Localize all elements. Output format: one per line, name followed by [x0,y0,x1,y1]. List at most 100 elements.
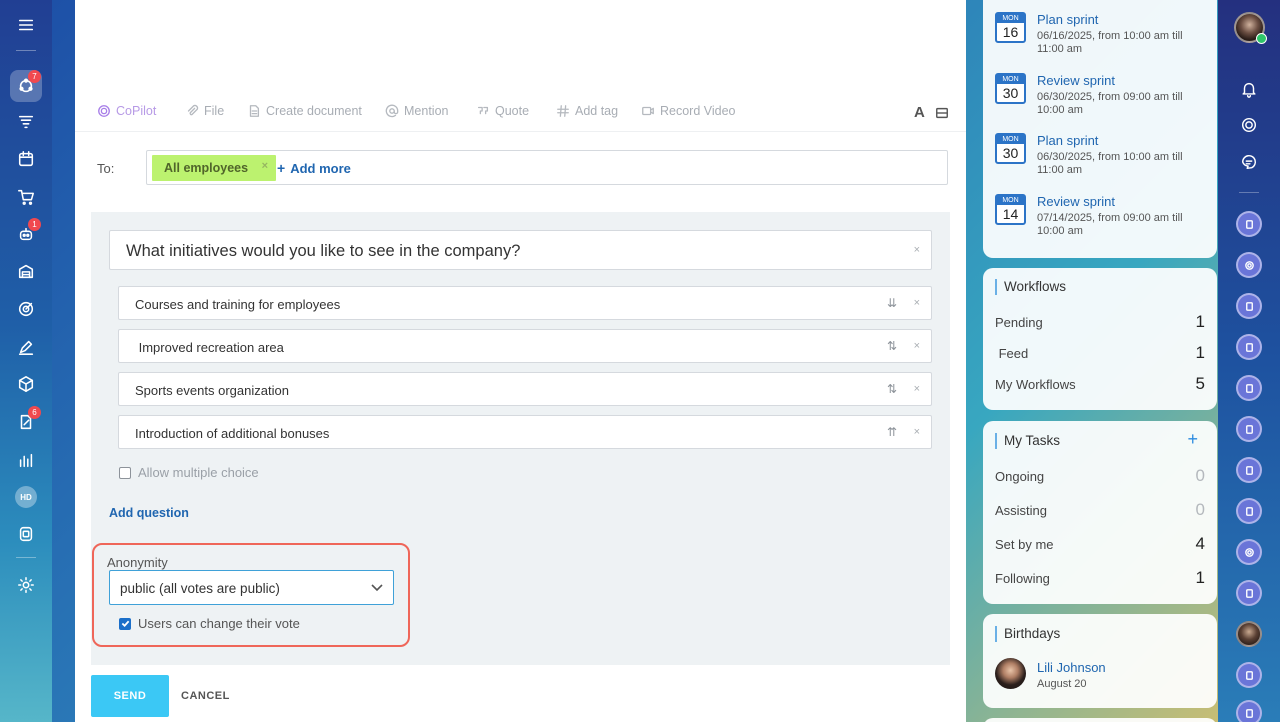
font-format-button[interactable]: A [914,104,925,121]
remove-answer-icon[interactable]: × [914,340,920,352]
answer-input[interactable]: Improved recreation area ⇅ × [118,329,932,363]
sidebar-item-archive[interactable] [10,518,42,550]
file-button[interactable]: File [185,104,224,118]
send-button[interactable]: SEND [91,675,169,717]
recipient-chip[interactable]: All employees × [152,155,277,181]
event-title[interactable]: Review sprint [1037,194,1115,209]
question-input[interactable]: What initiatives would you like to see i… [109,230,932,270]
quote-icon [477,106,489,115]
answer-input[interactable]: Courses and training for employees ⇊ × [118,286,932,320]
sidebar-item-shop[interactable] [10,181,42,213]
cancel-button[interactable]: CANCEL [181,690,230,702]
plus-icon: + [277,160,286,176]
recipients-row: To: All employees × + Add more [75,150,966,186]
widget-title[interactable]: My Tasks [995,433,1060,449]
add-tag-button[interactable]: Add tag [556,104,618,118]
copilot-icon [98,105,110,117]
chat-icon[interactable] [1238,151,1260,173]
copilot-button[interactable]: CoPilot [97,104,156,118]
answer-input[interactable]: Sports events organization ⇅ × [118,372,932,406]
event-title[interactable]: Plan sprint [1037,12,1098,27]
checkbox-checked[interactable] [119,617,131,630]
sort-icon[interactable]: ⇊ [887,296,897,310]
sidebar-item-settings[interactable] [10,569,42,601]
chat-avatar-icon[interactable] [1236,662,1262,688]
sidebar-item-analytics[interactable] [10,444,42,476]
copilot-chat-icon[interactable] [1238,114,1260,136]
document-icon [249,105,260,117]
remove-answer-icon[interactable]: × [914,297,920,309]
sidebar-divider [16,50,36,51]
menu-icon[interactable] [10,9,42,41]
chat-avatar-icon[interactable] [1236,211,1262,237]
chat-avatar-icon[interactable] [1236,700,1262,722]
remove-answer-icon[interactable]: × [914,383,920,395]
event-time: 06/30/2025, from 10:00 am till 11:00 am [1037,151,1183,176]
recipients-field[interactable]: All employees × + Add more [146,150,948,185]
sidebar-item-warehouse[interactable] [10,255,42,287]
video-camera-icon [642,106,654,116]
sidebar-item-tasks[interactable]: 6 [10,406,42,438]
chat-avatar-icon[interactable] [1236,539,1262,565]
sidebar-item-helpdesk[interactable]: HD [10,481,42,513]
remove-answer-icon[interactable]: × [914,426,920,438]
calendar-day-icon: MON 30 [995,73,1026,104]
bar-chart-icon [19,453,33,468]
sort-icon[interactable]: ⇅ [887,339,897,353]
contact-avatar[interactable] [1236,621,1262,647]
mention-button[interactable]: Mention [385,104,448,118]
allow-multiple-checkbox[interactable]: Allow multiple choice [119,465,259,480]
sort-icon[interactable]: ⇅ [887,382,897,396]
checkbox-unchecked[interactable] [119,466,131,479]
sidebar-item-feed[interactable]: 7 [10,70,42,102]
create-document-button[interactable]: Create document [247,104,362,118]
record-video-button[interactable]: Record Video [641,104,736,118]
pen-icon [18,340,34,355]
sidebar-item-bot[interactable]: 1 [10,218,42,250]
chat-avatar-icon[interactable] [1236,252,1262,278]
sidebar-divider [1239,192,1259,193]
chat-avatar-icon[interactable] [1236,293,1262,319]
event-title[interactable]: Review sprint [1037,73,1115,88]
chat-avatar-icon[interactable] [1236,416,1262,442]
birthday-person-name[interactable]: Lili Johnson [1037,660,1106,675]
event-time: 07/14/2025, from 09:00 am till 10:00 am [1037,212,1183,237]
add-question-link[interactable]: Add question [109,506,189,520]
bot-badge: 1 [28,218,41,231]
calendar-day-icon: MON 30 [995,133,1026,164]
change-vote-checkbox[interactable]: Users can change their vote [119,616,300,631]
remove-question-icon[interactable]: × [914,244,920,256]
answer-input[interactable]: Introduction of additional bonuses ⇈ × [118,415,932,449]
chat-avatar-icon[interactable] [1236,457,1262,483]
left-sidebar: 7 1 6 HD [0,0,52,722]
widget-title[interactable]: Birthdays [995,626,1060,642]
quote-button[interactable]: Quote [476,104,529,118]
chat-avatar-icon[interactable] [1236,375,1262,401]
gear-icon [18,577,34,593]
chat-avatar-icon[interactable] [1236,498,1262,524]
event-title[interactable]: Plan sprint [1037,133,1098,148]
bell-icon[interactable] [1238,78,1260,100]
sidebar-item-filter[interactable] [10,106,42,138]
paperclip-icon [187,104,199,116]
sort-icon[interactable]: ⇈ [887,425,897,439]
chat-avatar-icon[interactable] [1236,580,1262,606]
sidebar-item-inventory[interactable] [10,368,42,400]
avatar[interactable] [995,658,1026,689]
add-more-link[interactable]: + Add more [277,160,351,176]
sidebar-item-goals[interactable] [10,293,42,325]
sidebar-divider [16,557,36,558]
box-icon [18,376,34,392]
panel-toggle-icon[interactable] [935,106,949,120]
remove-recipient-icon[interactable]: × [262,160,268,172]
sidebar-item-calendar[interactable] [10,143,42,175]
birthdays-widget: Birthdays Lili Johnson August 20 [983,614,1217,708]
chat-avatar-icon[interactable] [1236,334,1262,360]
feed-badge: 7 [28,70,41,83]
sidebar-item-sign[interactable] [10,331,42,363]
add-task-icon[interactable]: + [1187,429,1198,450]
post-editor: CoPilot File Create document Mention Quo… [75,0,966,722]
right-sidebar [1218,0,1280,722]
widget-title[interactable]: Workflows [995,279,1066,295]
anonymity-select[interactable]: public (all votes are public) [109,570,394,605]
